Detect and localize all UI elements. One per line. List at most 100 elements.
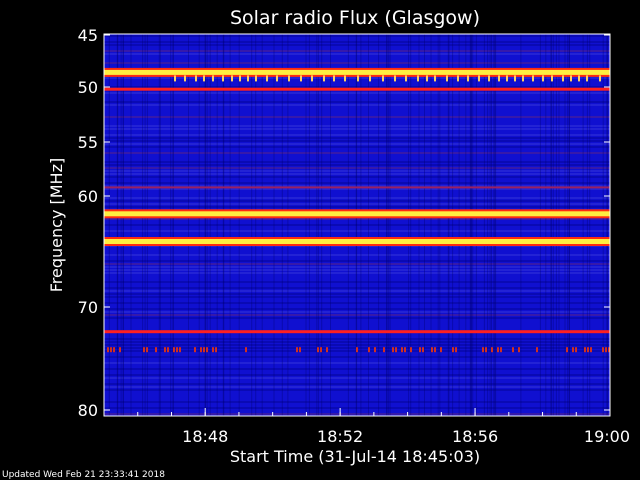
noise-streak xyxy=(493,34,495,416)
burst-tick xyxy=(426,75,428,82)
x-tick-label: 19:00 xyxy=(584,427,630,446)
band-segment-6 xyxy=(395,347,397,353)
updated-timestamp: Updated Wed Feb 21 23:33:41 2018 xyxy=(2,470,165,480)
noise-streak xyxy=(472,34,474,416)
band-segment-6 xyxy=(317,347,319,353)
burst-tick xyxy=(382,75,384,82)
band-segment-6 xyxy=(452,347,454,353)
noise-streak xyxy=(439,34,441,416)
noise-streak xyxy=(205,34,206,416)
band-segment-6 xyxy=(584,347,586,353)
burst-tick xyxy=(532,75,534,82)
band-segment-6 xyxy=(320,347,322,353)
band-segment-6 xyxy=(368,347,370,353)
noise-streak xyxy=(378,34,380,416)
burst-tick xyxy=(247,75,249,82)
x-tick-label: 18:56 xyxy=(452,427,498,446)
noise-streak xyxy=(388,34,390,416)
plot-area xyxy=(104,34,610,416)
burst-tick xyxy=(344,75,346,82)
band-segment-6 xyxy=(392,347,394,353)
noise-streak xyxy=(223,34,225,416)
noise-streak xyxy=(386,34,387,416)
noise-streak xyxy=(564,34,566,416)
band-segment-6 xyxy=(146,347,148,353)
burst-tick xyxy=(184,75,186,82)
band-segment-6 xyxy=(143,347,145,353)
band-segment-6 xyxy=(575,347,577,353)
burst-tick xyxy=(417,75,419,82)
noise-streak xyxy=(206,34,208,416)
band-segment-6 xyxy=(404,347,406,353)
band-segment-6 xyxy=(110,347,112,353)
noise-streak xyxy=(159,34,161,416)
noise-streak xyxy=(424,34,425,416)
band-segment-6 xyxy=(113,347,115,353)
noise-streak xyxy=(552,34,554,416)
burst-tick xyxy=(323,75,325,82)
burst-tick xyxy=(599,75,601,82)
noise-streak xyxy=(567,34,569,416)
noise-streak xyxy=(316,34,318,416)
band-segment-6 xyxy=(572,347,574,353)
band-segment-6 xyxy=(500,347,502,353)
noise-streak xyxy=(146,34,148,416)
band-segment-6 xyxy=(119,347,121,353)
noise-streak xyxy=(305,34,307,416)
noise-streak xyxy=(255,34,257,416)
x-tick-label: 18:48 xyxy=(182,427,228,446)
y-axis-label: Frequency [MHz] xyxy=(47,158,66,292)
noise-streak xyxy=(558,34,560,416)
burst-tick xyxy=(446,75,448,82)
burst-tick xyxy=(467,75,469,82)
noise-streak xyxy=(452,34,454,416)
noise-streak xyxy=(582,34,584,416)
band-segment-6 xyxy=(485,347,487,353)
band-segment-6 xyxy=(440,347,442,353)
band-segment-6 xyxy=(431,347,433,353)
noise-streak xyxy=(120,34,122,416)
band-segment-6 xyxy=(602,347,604,353)
burst-tick xyxy=(434,75,436,82)
y-tick-label: 70 xyxy=(78,298,98,317)
burst-tick xyxy=(570,75,572,82)
y-tick-label: 45 xyxy=(78,26,98,45)
noise-streak xyxy=(122,34,124,416)
band-segment-6 xyxy=(215,347,217,353)
noise-streak xyxy=(142,34,144,416)
noise-streak xyxy=(418,34,420,416)
band-1 xyxy=(104,87,610,91)
noise-streak xyxy=(130,34,132,416)
y-tick-label: 60 xyxy=(78,187,98,206)
band-segment-6 xyxy=(587,347,589,353)
band-segment-6 xyxy=(176,347,178,353)
band-segment-6 xyxy=(605,347,607,353)
x-tick-label: 18:52 xyxy=(317,427,363,446)
noise-streak xyxy=(116,34,118,416)
noise-streak xyxy=(330,34,331,416)
burst-tick xyxy=(369,75,371,82)
band-segment-6 xyxy=(164,347,166,353)
burst-tick xyxy=(276,75,278,82)
burst-tick xyxy=(405,75,407,82)
band-segment-6 xyxy=(194,347,196,353)
burst-tick xyxy=(266,75,268,82)
band-segment-6 xyxy=(422,347,424,353)
noise-streak xyxy=(495,34,497,416)
band-segment-6 xyxy=(167,347,169,353)
band-segment-6 xyxy=(401,347,403,353)
noise-streak xyxy=(589,34,591,416)
burst-tick xyxy=(586,75,588,82)
noise-streak xyxy=(555,34,557,416)
band-4 xyxy=(104,239,610,244)
chart-title: Solar radio Flux (Glasgow) xyxy=(230,7,480,29)
noise-streak xyxy=(408,34,410,416)
noise-streak xyxy=(198,34,200,416)
band-segment-6 xyxy=(245,347,247,353)
noise-streak xyxy=(144,34,146,416)
burst-tick xyxy=(239,75,241,82)
noise-streak xyxy=(607,34,608,416)
noise-streak xyxy=(491,34,492,416)
noise-streak xyxy=(273,34,275,416)
band-segment-6 xyxy=(536,347,538,353)
